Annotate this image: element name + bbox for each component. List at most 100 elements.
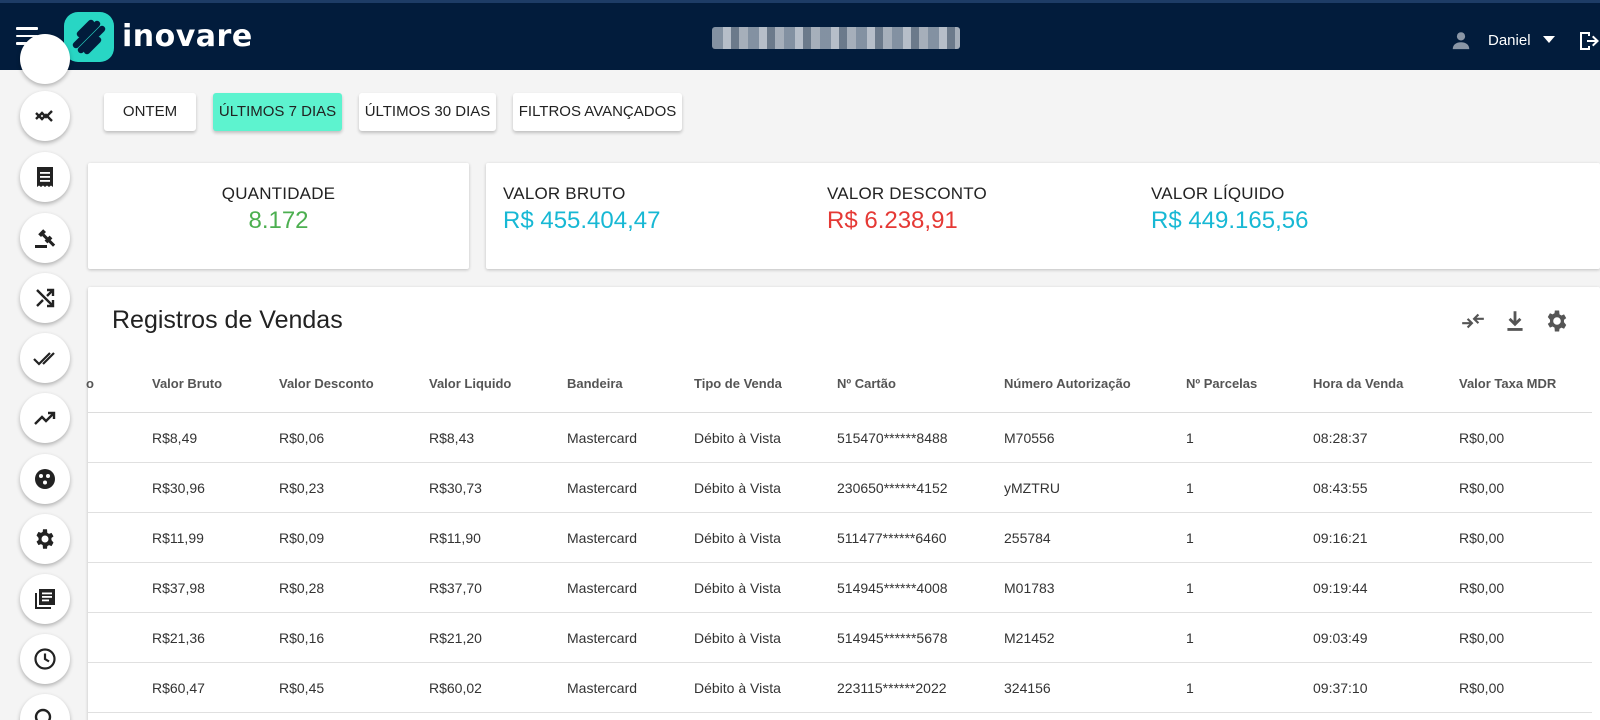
- cell-numero-autorizacao: 324156: [1004, 680, 1051, 696]
- quantity-label: QUANTIDADE: [221, 184, 336, 203]
- column-header-valor-bruto[interactable]: Valor Bruto: [152, 376, 222, 391]
- filter-yesterday-button[interactable]: ONTEM: [104, 93, 196, 131]
- cell-valor-taxa-mdr: R$0,00: [1459, 480, 1505, 496]
- cell-numero-cartao: 223115******2022: [837, 680, 947, 696]
- cell-tipo-de-venda: Débito à Vista: [694, 430, 781, 446]
- cell-parcelas: 1: [1186, 480, 1194, 496]
- advanced-filters-button[interactable]: FILTROS AVANÇADOS: [513, 93, 682, 131]
- cell-bandeira: Mastercard: [567, 530, 638, 546]
- cell-valor-liquido: R$60,02: [429, 680, 482, 696]
- cell-numero-cartao: 230650******4152: [837, 480, 948, 496]
- sidebar-item-library[interactable]: [20, 574, 70, 624]
- gross-value: R$ 455.404,47: [503, 207, 661, 234]
- table-row[interactable]: R$11,99 R$0,09 R$11,90 Mastercard Débito…: [88, 513, 1592, 563]
- cell-numero-autorizacao: M70556: [1004, 430, 1055, 446]
- table-row[interactable]: R$37,98 R$0,28 R$37,70 Mastercard Débito…: [88, 563, 1592, 613]
- user-name[interactable]: Daniel: [1488, 32, 1531, 49]
- cell-valor-desconto: R$0,28: [279, 580, 325, 596]
- cell-valor-desconto: R$0,06: [279, 430, 325, 446]
- table-row[interactable]: R$8,49 R$0,06 R$8,43 Mastercard Débito à…: [88, 413, 1592, 463]
- cell-valor-bruto: R$60,47: [152, 680, 205, 696]
- sidebar-item-search[interactable]: [20, 694, 70, 720]
- filter-last-7-days-button[interactable]: ÚLTIMOS 7 DIAS: [213, 93, 342, 131]
- cell-valor-bruto: R$8,49: [152, 430, 198, 446]
- cell-parcelas: 1: [1186, 630, 1194, 646]
- column-header-valor-liquido[interactable]: Valor Liquido: [429, 376, 511, 391]
- search-icon: [34, 708, 52, 720]
- cell-valor-bruto: R$11,99: [152, 530, 204, 546]
- table-row[interactable]: R$21,36 R$0,16 R$21,20 Mastercard Débito…: [88, 613, 1592, 663]
- table-row[interactable]: R$30,96 R$0,23 R$30,73 Mastercard Débito…: [88, 463, 1592, 513]
- column-header-hora-da-venda[interactable]: Hora da Venda: [1313, 376, 1403, 391]
- cell-valor-taxa-mdr: R$0,00: [1459, 680, 1505, 696]
- sidebar-item-trend-down[interactable]: [20, 91, 70, 141]
- cell-valor-taxa-mdr: R$0,00: [1459, 580, 1505, 596]
- cell-valor-bruto: R$37,98: [152, 580, 205, 596]
- column-header-numero-cartao[interactable]: Nº Cartão: [837, 376, 896, 391]
- cell-hora-da-venda: 09:37:10: [1313, 680, 1368, 696]
- column-header-numero-autorizacao[interactable]: Número Autorização: [1004, 376, 1131, 391]
- cell-bandeira: Mastercard: [567, 480, 638, 496]
- cell-numero-cartao: 514945******5678: [837, 630, 948, 646]
- cell-tipo-de-venda: Débito à Vista: [694, 530, 781, 546]
- cell-numero-autorizacao: yMZTRU: [1004, 480, 1060, 496]
- sidebar-item-trend-up[interactable]: [20, 393, 70, 443]
- table-settings-icon[interactable]: [1544, 308, 1570, 334]
- cell-parcelas: 1: [1186, 530, 1194, 546]
- cell-bandeira: Mastercard: [567, 580, 638, 596]
- column-header-valor-desconto[interactable]: Valor Desconto: [279, 376, 374, 391]
- filter-last-30-days-button[interactable]: ÚLTIMOS 30 DIAS: [359, 93, 496, 131]
- sidebar-item-double-check[interactable]: [20, 333, 70, 383]
- gross-value-label: VALOR BRUTO: [503, 184, 626, 203]
- shuffle-icon: [36, 288, 55, 308]
- cell-valor-desconto: R$0,45: [279, 680, 325, 696]
- cell-numero-autorizacao: M21452: [1004, 630, 1055, 646]
- cell-parcelas: 1: [1186, 430, 1194, 446]
- quantity-card: QUANTIDADE 8.172: [88, 163, 469, 269]
- sidebar-item-shuffle[interactable]: [20, 273, 70, 323]
- column-header-partial[interactable]: o: [86, 376, 94, 391]
- cell-parcelas: 1: [1186, 580, 1194, 596]
- column-header-parcelas[interactable]: Nº Parcelas: [1186, 376, 1257, 391]
- user-avatar-icon: [1452, 32, 1470, 50]
- cell-valor-liquido: R$30,73: [429, 480, 482, 496]
- cell-valor-bruto: R$30,96: [152, 480, 205, 496]
- cell-hora-da-venda: 08:43:55: [1313, 480, 1368, 496]
- cell-valor-desconto: R$0,09: [279, 530, 325, 546]
- cell-tipo-de-venda: Débito à Vista: [694, 680, 781, 696]
- cell-numero-autorizacao: M01783: [1004, 580, 1055, 596]
- cell-numero-autorizacao: 255784: [1004, 530, 1051, 546]
- logo-icon[interactable]: [64, 12, 114, 62]
- sidebar-item-history[interactable]: [20, 634, 70, 684]
- trend-up-icon: [34, 411, 56, 425]
- cell-bandeira: Mastercard: [567, 680, 638, 696]
- cell-numero-cartao: 514945******4008: [837, 580, 948, 596]
- cell-tipo-de-venda: Débito à Vista: [694, 480, 781, 496]
- cell-valor-taxa-mdr: R$0,00: [1459, 530, 1505, 546]
- column-header-bandeira[interactable]: Bandeira: [567, 376, 623, 391]
- chevron-down-icon[interactable]: [1543, 36, 1555, 43]
- blurred-company-name: [712, 27, 960, 49]
- sidebar-item-cookie[interactable]: [20, 454, 70, 504]
- column-header-valor-taxa-mdr[interactable]: Valor Taxa MDR: [1459, 376, 1556, 391]
- cell-hora-da-venda: 08:28:37: [1313, 430, 1368, 446]
- cell-valor-bruto: R$21,36: [152, 630, 205, 646]
- quantity-value: 8.172: [248, 207, 309, 234]
- cell-numero-cartao: 511477******6460: [837, 530, 947, 546]
- download-icon[interactable]: [1502, 308, 1528, 334]
- top-app-bar: inovare Daniel: [0, 0, 1600, 70]
- table-row[interactable]: R$60,47 R$0,45 R$60,02 Mastercard Débito…: [88, 663, 1592, 713]
- gavel-icon: [35, 229, 56, 248]
- panel-title: Registros de Vendas: [112, 306, 343, 334]
- sidebar-item-gavel[interactable]: [20, 213, 70, 263]
- column-header-tipo-de-venda[interactable]: Tipo de Venda: [694, 376, 782, 391]
- sidebar-item-receipt[interactable]: [20, 152, 70, 202]
- compress-columns-icon[interactable]: [1460, 308, 1486, 334]
- receipt-icon: [37, 167, 53, 187]
- cell-bandeira: Mastercard: [567, 630, 638, 646]
- clock-icon: [34, 648, 56, 670]
- logout-icon[interactable]: [1576, 29, 1600, 53]
- sidebar-item-settings[interactable]: [20, 514, 70, 564]
- sidebar-item-hidden[interactable]: [20, 34, 70, 84]
- cell-valor-taxa-mdr: R$0,00: [1459, 430, 1505, 446]
